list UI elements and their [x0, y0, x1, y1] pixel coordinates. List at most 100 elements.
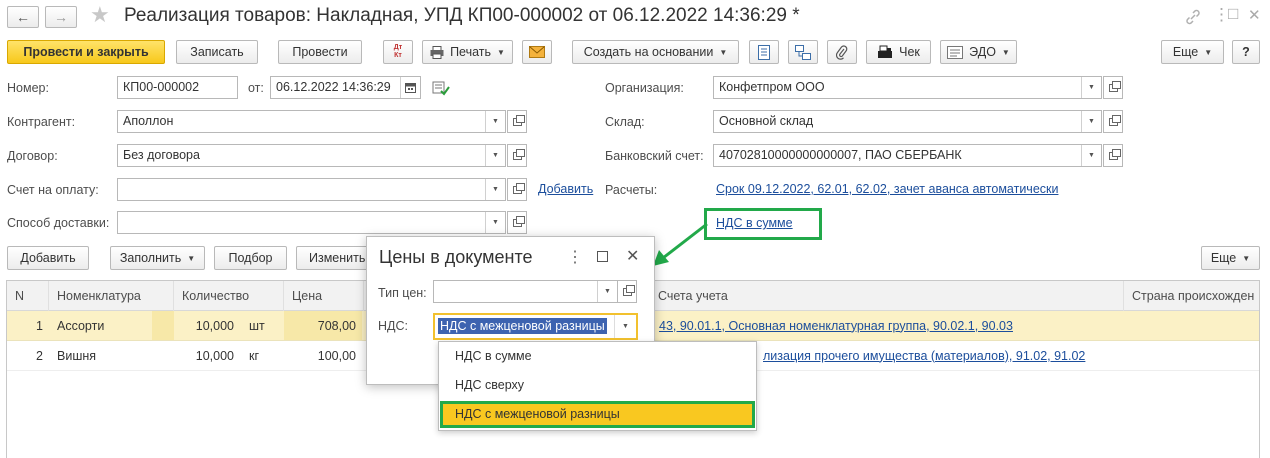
post-and-close-button[interactable]: Провести и закрыть	[7, 40, 165, 64]
settlements-link[interactable]: Срок 09.12.2022, 62.01, 62.02, зачет ава…	[716, 182, 1058, 196]
chevron-down-icon[interactable]: ▼	[485, 179, 505, 200]
vat-select[interactable]: НДС с межценовой разницы ▼	[433, 313, 638, 340]
organization-field[interactable]: Конфетпром ООО ▼	[713, 76, 1102, 99]
row-qty[interactable]: 10,000	[174, 341, 240, 370]
row-unit[interactable]: шт	[249, 311, 279, 340]
vat-selected-value: НДС с межценовой разницы	[438, 318, 607, 334]
delivery-label: Способ доставки:	[7, 216, 110, 230]
header-item[interactable]: Номенклатура	[49, 281, 174, 311]
dialog-maximize-icon[interactable]	[597, 251, 608, 262]
invoice-label: Счет на оплату:	[7, 183, 99, 197]
row-item-separator	[152, 311, 174, 340]
dialog-title: Цены в документе	[379, 247, 533, 267]
arrow-right-icon: →	[54, 9, 68, 25]
row-price[interactable]: 708,00	[284, 311, 362, 340]
contract-field[interactable]: Без договора ▼	[117, 144, 506, 167]
table-more-button[interactable]: Еще ▼	[1201, 246, 1260, 270]
counterparty-open-button[interactable]	[507, 110, 527, 133]
vat-option-margin[interactable]: НДС с межценовой разницы	[455, 407, 620, 421]
dropdown-caret-icon: ▼	[1242, 253, 1251, 263]
arrow-left-icon: ←	[16, 9, 30, 25]
email-button[interactable]	[522, 40, 552, 64]
cash-register-icon	[878, 45, 893, 58]
post-button[interactable]: Провести	[278, 40, 362, 64]
price-type-field[interactable]: ▼	[433, 280, 618, 303]
link-icon[interactable]	[1184, 8, 1202, 26]
invoice-open-button[interactable]	[507, 178, 527, 201]
warehouse-label: Склад:	[605, 115, 645, 129]
table-add-button[interactable]: Добавить	[7, 246, 89, 270]
header-qty[interactable]: Количество	[174, 281, 284, 311]
chevron-down-icon[interactable]: ▼	[485, 111, 505, 132]
chevron-down-icon[interactable]: ▼	[1081, 145, 1101, 166]
add-invoice-link[interactable]: Добавить	[538, 182, 593, 196]
vat-in-sum-link[interactable]: НДС в сумме	[716, 216, 793, 230]
row-item[interactable]: Вишня	[57, 341, 152, 370]
dt-kt-button[interactable]: Дт Кт	[383, 40, 413, 64]
vat-dropdown-list: НДС в сумме НДС сверху НДС с межценовой …	[438, 341, 757, 431]
print-button[interactable]: Печать ▼	[422, 40, 513, 64]
open-form-icon	[622, 284, 635, 296]
number-field[interactable]: КП00-000002	[117, 76, 238, 99]
fill-button[interactable]: Заполнить ▼	[110, 246, 205, 270]
chevron-down-icon[interactable]: ▼	[1081, 111, 1101, 132]
dialog-more-vertical-icon[interactable]: ⋮	[567, 247, 583, 267]
dialog-close-icon[interactable]: ✕	[626, 246, 639, 266]
selection-button[interactable]: Подбор	[214, 246, 287, 270]
calendar-icon[interactable]	[400, 77, 420, 98]
vat-option-in-sum[interactable]: НДС в сумме	[455, 349, 532, 363]
bank-account-field[interactable]: 40702810000000000007, ПАО СБЕРБАНК ▼	[713, 144, 1102, 167]
row-accounts-link[interactable]: 43, 90.01.1, Основная номенклатурная гру…	[659, 311, 1013, 340]
edo-button[interactable]: ЭДО ▼	[940, 40, 1017, 64]
help-button[interactable]: ?	[1232, 40, 1260, 64]
delivery-field[interactable]: ▼	[117, 211, 506, 234]
create-based-on-button[interactable]: Создать на основании ▼	[572, 40, 739, 64]
warehouse-field[interactable]: Основной склад ▼	[713, 110, 1102, 133]
chevron-down-icon[interactable]: ▼	[597, 281, 617, 302]
delivery-open-button[interactable]	[507, 211, 527, 234]
favorite-star-icon[interactable]: ★	[90, 2, 110, 28]
row-accounts-link[interactable]: лизация прочего имущества (материалов), …	[763, 341, 1085, 370]
maximize-icon[interactable]: □	[1228, 4, 1238, 24]
row-number: 1	[36, 318, 43, 333]
header-price[interactable]: Цена	[284, 281, 364, 311]
dropdown-caret-icon: ▼	[1001, 47, 1010, 57]
price-type-label: Тип цен:	[378, 286, 427, 300]
header-accounts[interactable]: Счета учета	[650, 281, 1124, 311]
row-price[interactable]: 100,00	[284, 341, 362, 370]
save-button[interactable]: Записать	[176, 40, 258, 64]
counterparty-label: Контрагент:	[7, 115, 76, 129]
date-field[interactable]: 06.12.2022 14:36:29	[270, 76, 421, 99]
row-unit[interactable]: кг	[249, 341, 279, 370]
vat-option-on-top[interactable]: НДС сверху	[455, 378, 524, 392]
header-n[interactable]: N	[7, 281, 49, 311]
forward-button[interactable]: →	[45, 6, 77, 28]
structure-button[interactable]	[788, 40, 818, 64]
organization-label: Организация:	[605, 81, 684, 95]
open-form-icon	[512, 182, 525, 194]
price-type-open-button[interactable]	[617, 280, 637, 303]
chevron-down-icon[interactable]: ▼	[614, 315, 636, 338]
contract-open-button[interactable]	[507, 144, 527, 167]
header-country[interactable]: Страна происхожден	[1124, 281, 1259, 311]
invoice-field[interactable]: ▼	[117, 178, 506, 201]
chevron-down-icon[interactable]: ▼	[1081, 77, 1101, 98]
paperclip-icon	[836, 44, 848, 60]
printer-icon	[430, 45, 444, 59]
warehouse-open-button[interactable]	[1103, 110, 1123, 133]
change-button[interactable]: Изменить	[296, 246, 376, 270]
document-list-icon	[758, 44, 770, 60]
bank-account-open-button[interactable]	[1103, 144, 1123, 167]
back-button[interactable]: ←	[7, 6, 39, 28]
journal-button[interactable]	[749, 40, 779, 64]
row-item[interactable]: Ассорти	[57, 311, 152, 340]
counterparty-field[interactable]: Аполлон ▼	[117, 110, 506, 133]
receipt-button[interactable]: Чек	[866, 40, 931, 64]
row-qty[interactable]: 10,000	[174, 311, 240, 340]
organization-open-button[interactable]	[1103, 76, 1123, 99]
chevron-down-icon[interactable]: ▼	[485, 212, 505, 233]
close-icon[interactable]: ✕	[1248, 6, 1261, 24]
attach-button[interactable]	[827, 40, 857, 64]
chevron-down-icon[interactable]: ▼	[485, 145, 505, 166]
more-button[interactable]: Еще ▼	[1161, 40, 1224, 64]
